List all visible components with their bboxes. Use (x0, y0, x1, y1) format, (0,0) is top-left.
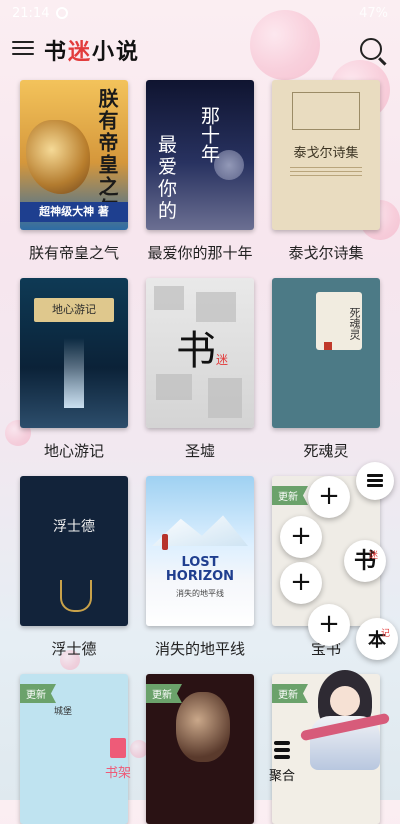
cover-title-2: 那十年 (198, 106, 220, 163)
book-item[interactable]: 地心游记 地心游记 (20, 278, 128, 461)
bottom-navigation: 书架 聚合 (0, 730, 400, 800)
list-icon (367, 472, 383, 489)
fab-toggle-button[interactable] (356, 462, 394, 500)
cover-logo: 书迷 (176, 318, 228, 376)
book-item[interactable]: LOST HORIZON 消失的地平线 消失的地平线 (146, 476, 254, 659)
plus-icon: + (290, 567, 312, 597)
figure-illustration (162, 534, 168, 550)
cover-logo-sub: 迷 (216, 353, 229, 367)
fab-shumi-button[interactable]: 书迷 (344, 540, 386, 582)
fab-note-button[interactable]: 本记 (356, 618, 398, 660)
book-item[interactable]: 死魂灵 死魂灵 (272, 278, 380, 461)
book-cover[interactable]: 最爱你的 那十年 (146, 80, 254, 230)
cover-subtitle: 消失的地平线 (176, 589, 224, 598)
book-cover[interactable]: 泰戈尔诗集 (272, 80, 380, 230)
cover-title: 最爱你的 (158, 134, 178, 222)
update-badge: 更新 (272, 486, 308, 505)
book-item[interactable]: 最爱你的 那十年 最爱你的那十年 (146, 80, 254, 263)
book-title: 浮士德 (51, 640, 97, 658)
battery-level: 47% (359, 6, 388, 21)
cover-title: 朕有帝皇之气 (95, 88, 119, 220)
menu-icon[interactable] (12, 38, 34, 58)
book-cover[interactable]: LOST HORIZON 消失的地平线 (146, 476, 254, 626)
cover-title: 死魂灵 (316, 292, 362, 350)
nav-aggregate[interactable]: 聚合 (242, 738, 322, 784)
book-title: 消失的地平线 (154, 640, 245, 658)
stack-icon (274, 741, 290, 761)
logo-part-1: 书 (44, 39, 69, 65)
top-toolbar: 书迷小说 (0, 28, 400, 72)
book-title: 地心游记 (43, 442, 104, 460)
book-cover[interactable]: 朕有帝皇之气 超神级大神 著 (20, 80, 128, 230)
book-item[interactable]: 书迷 圣墟 (146, 278, 254, 461)
cover-title: 城堡 (54, 707, 73, 717)
fab-add-button-3[interactable]: + (280, 562, 322, 604)
nav-bookshelf[interactable]: 书架 (78, 738, 158, 781)
dragon-illustration (26, 120, 90, 194)
update-badge: 更新 (20, 684, 56, 703)
status-bar: 21:14 47% (0, 0, 400, 28)
plus-icon: + (318, 481, 340, 511)
nav-aggregate-label: 聚合 (268, 769, 295, 784)
book-cover[interactable]: 书迷 (146, 278, 254, 428)
book-item[interactable]: 泰戈尔诗集 泰戈尔诗集 (272, 80, 380, 263)
logo-part-3: 小说 (92, 39, 141, 65)
fab-add-button-1[interactable]: + (308, 476, 350, 518)
plus-icon: + (290, 521, 312, 551)
book-cover[interactable]: 死魂灵 (272, 278, 380, 428)
cover-label (292, 92, 360, 130)
book-item[interactable]: 浮士德 浮士德 (20, 476, 128, 659)
camera-icon (56, 7, 68, 19)
cover-seal (324, 342, 332, 350)
book-title: 泰戈尔诗集 (288, 244, 364, 262)
book-title: 最爱你的那十年 (147, 244, 253, 262)
book-title: 圣墟 (184, 442, 215, 460)
nav-bookshelf-label: 书架 (104, 766, 131, 781)
book-cover[interactable]: 浮士德 (20, 476, 128, 626)
app-logo: 书迷小说 (44, 34, 140, 66)
cover-author: 超神级大神 著 (20, 202, 128, 222)
book-title: 朕有帝皇之气 (28, 244, 119, 262)
update-badge: 更新 (146, 684, 182, 703)
cover-title: LOST HORIZON (165, 555, 235, 584)
cover-title: 地心游记 (34, 298, 114, 322)
search-icon[interactable] (360, 38, 382, 60)
logo-part-2: 迷 (68, 39, 93, 65)
book-item[interactable]: 朕有帝皇之气 超神级大神 著 朕有帝皇之气 (20, 80, 128, 263)
plus-icon: + (318, 609, 340, 639)
cover-logo-char: 书 (176, 328, 216, 374)
note-char-small: 记 (380, 629, 390, 639)
cover-art (64, 338, 84, 408)
fab-add-button-2[interactable]: + (280, 516, 322, 558)
book-title: 死魂灵 (303, 442, 349, 460)
cover-title: 泰戈尔诗集 (293, 146, 359, 161)
book-cover[interactable]: 地心游记 (20, 278, 128, 428)
shumi-char-small: 迷 (368, 551, 378, 561)
book-icon (110, 738, 126, 758)
lyre-illustration (60, 580, 92, 612)
status-time: 21:14 (12, 6, 50, 21)
fab-add-button-4[interactable]: + (308, 604, 350, 646)
cover-title: 浮士德 (53, 519, 95, 535)
cover-text-lines (272, 164, 380, 179)
